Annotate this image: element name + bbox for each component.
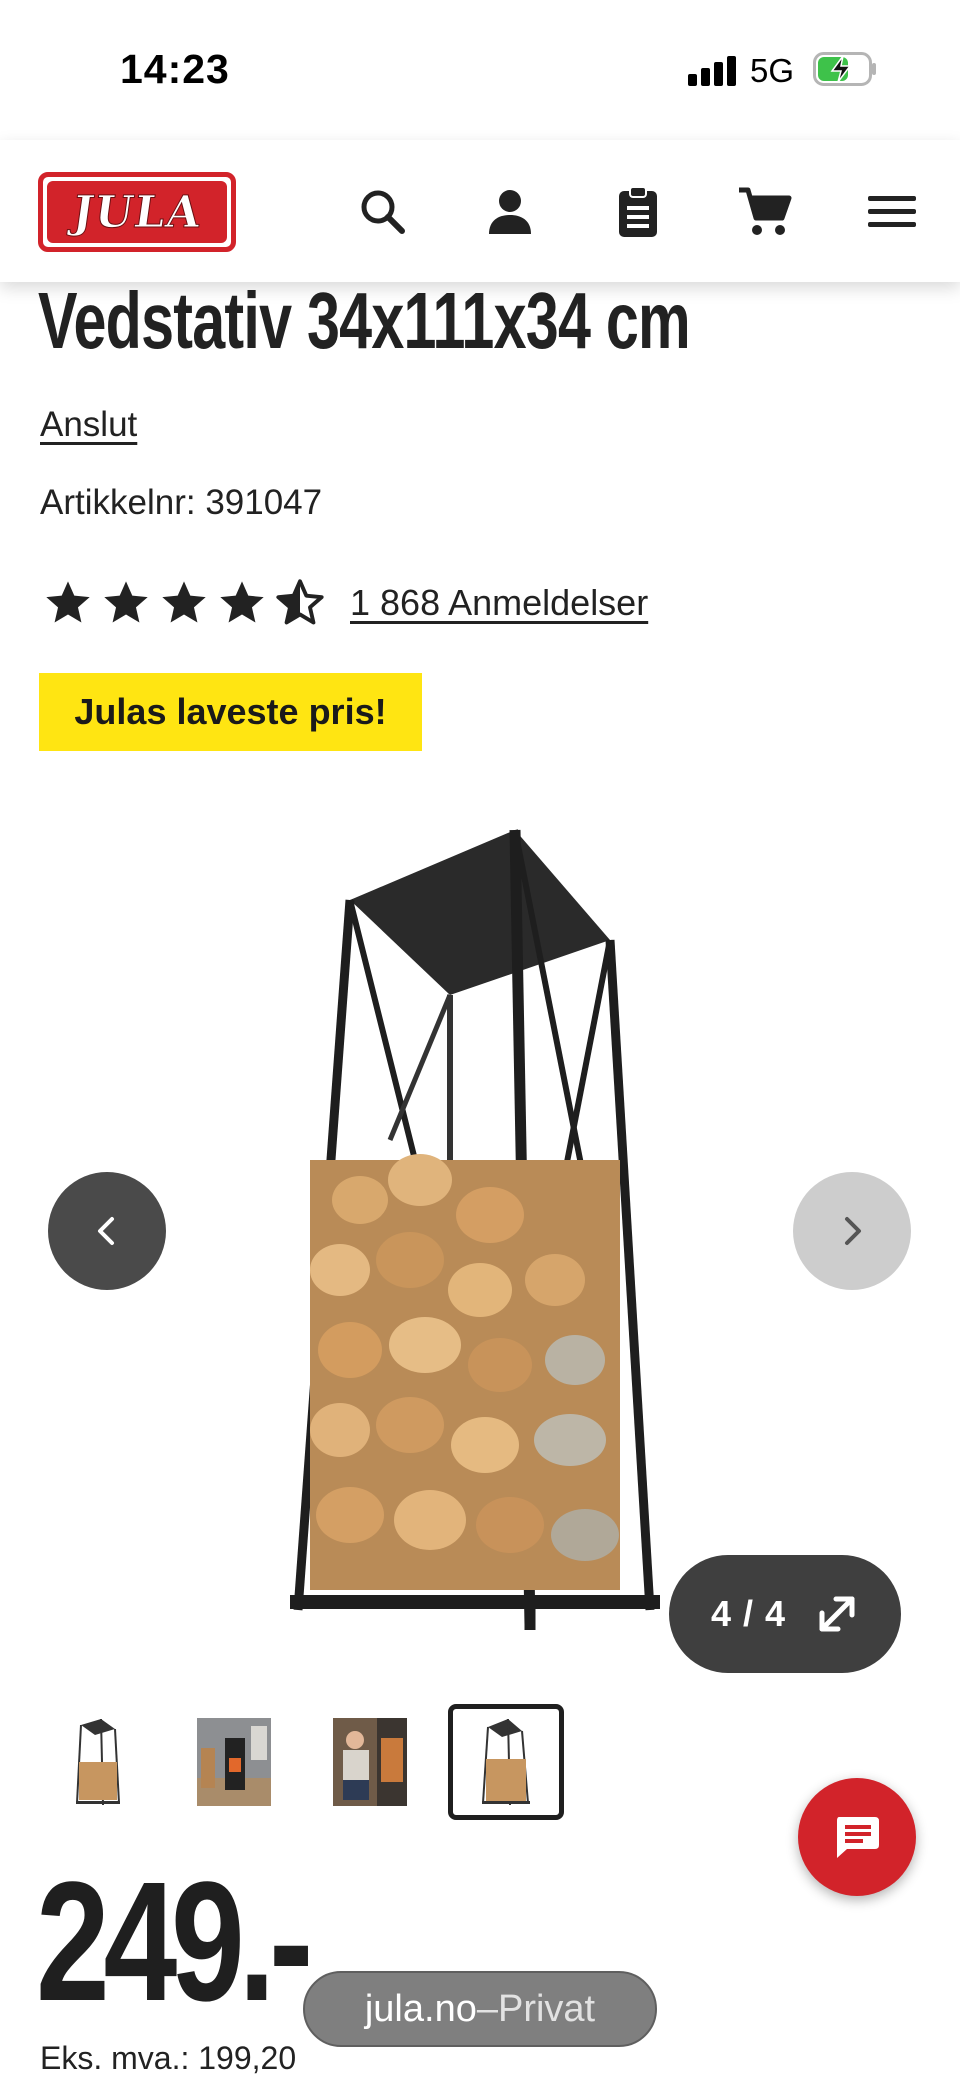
lowest-price-badge: Julas laveste pris! (39, 673, 422, 751)
thumbnail-4[interactable] (448, 1704, 564, 1820)
sku-value: 391047 (205, 483, 323, 522)
expand-icon (819, 1596, 855, 1632)
chat-icon (837, 1817, 879, 1858)
rating-row: 1 868 Anmeldelser (42, 578, 648, 628)
ex-vat-value: 199,20 (198, 2040, 297, 2076)
thumbnail-rack-image (76, 1718, 120, 1806)
product-gallery: 4 / 4 (0, 790, 960, 1690)
sku-line: Artikkelnr: 391047 (40, 483, 322, 523)
reviews-link[interactable]: 1 868 Anmeldelser (350, 582, 648, 624)
url-mode: Privat (497, 1987, 596, 2030)
user-icon[interactable] (482, 184, 538, 240)
thumbnail-1[interactable] (40, 1704, 156, 1820)
clipboard-icon[interactable] (610, 184, 666, 240)
thumbnail-person-image (333, 1718, 407, 1806)
star-full-icon (162, 581, 206, 623)
cart-icon[interactable] (736, 184, 792, 240)
sku-label: Artikkelnr: (40, 483, 206, 522)
site-header: JULA (0, 140, 960, 282)
ex-vat-label: Eks. mva.: (40, 2040, 199, 2076)
menu-icon[interactable] (864, 184, 920, 240)
logo-badge: JULA (47, 181, 227, 243)
status-time: 14:23 (120, 46, 230, 92)
product-price: 249.- (36, 1847, 313, 2037)
chat-button[interactable] (798, 1778, 916, 1896)
search-icon[interactable] (355, 184, 411, 240)
gallery-prev-button[interactable] (48, 1172, 166, 1290)
star-full-icon (46, 581, 90, 623)
logo-text: JULA (69, 186, 205, 238)
url-separator: – (476, 1987, 498, 2030)
gallery-counter: 4 / 4 (711, 1593, 787, 1634)
price-ex-vat: Eks. mva.: 199,20 (40, 2040, 296, 2077)
gallery-next-button[interactable] (793, 1172, 911, 1290)
star-full-icon (220, 581, 264, 623)
thumbnail-rack-image (482, 1718, 530, 1806)
thumbnail-stove-image (197, 1718, 271, 1806)
url-domain: jula.no (364, 1987, 477, 2030)
status-bar: 14:23 5G (0, 0, 960, 140)
chevron-left-icon (98, 1217, 114, 1245)
battery-charging-icon (813, 52, 876, 86)
product-title: Vedstativ 34x111x34 cm (38, 276, 691, 365)
jula-logo[interactable]: JULA (38, 172, 236, 252)
browser-url-pill[interactable]: jula.no – Privat (303, 1971, 657, 2047)
signal-icon (688, 56, 738, 86)
thumbnail-2[interactable] (176, 1704, 292, 1820)
product-image-firewood-rack[interactable] (280, 820, 680, 1640)
brand-link[interactable]: Anslut (40, 405, 137, 445)
chevron-right-icon (845, 1217, 861, 1245)
thumbnail-3[interactable] (312, 1704, 428, 1820)
star-full-icon (104, 581, 148, 623)
gallery-counter-pill[interactable]: 4 / 4 (669, 1555, 901, 1673)
network-label: 5G (750, 52, 795, 89)
star-half-icon (276, 579, 324, 625)
